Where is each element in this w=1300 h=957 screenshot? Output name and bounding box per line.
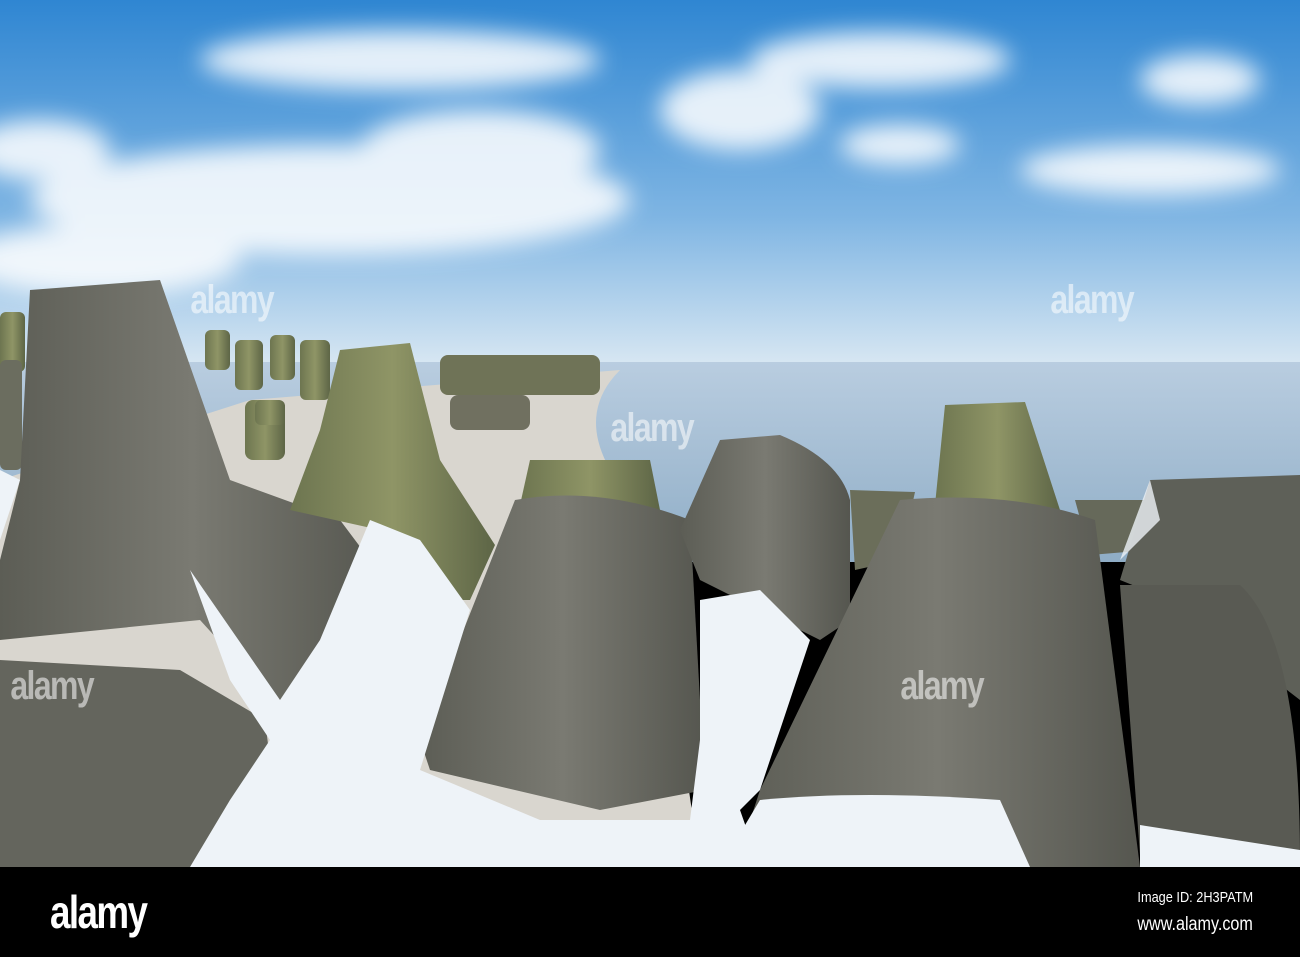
image-id: Image ID: 2H3PATM [1137, 889, 1253, 906]
watermark: alamy [1050, 278, 1134, 322]
watermark: alamy [10, 664, 94, 708]
site-url: www.alamy.com [1137, 914, 1253, 935]
stock-photo: alamy alamy alamy alamy alamy alamy Imag… [0, 0, 1300, 957]
watermark: alamy [610, 406, 694, 450]
alamy-logo: alamy [50, 886, 148, 938]
watermark: alamy [190, 278, 274, 322]
footer-bar: alamy Image ID: 2H3PATM www.alamy.com [0, 867, 1300, 957]
watermark: alamy [900, 664, 984, 708]
